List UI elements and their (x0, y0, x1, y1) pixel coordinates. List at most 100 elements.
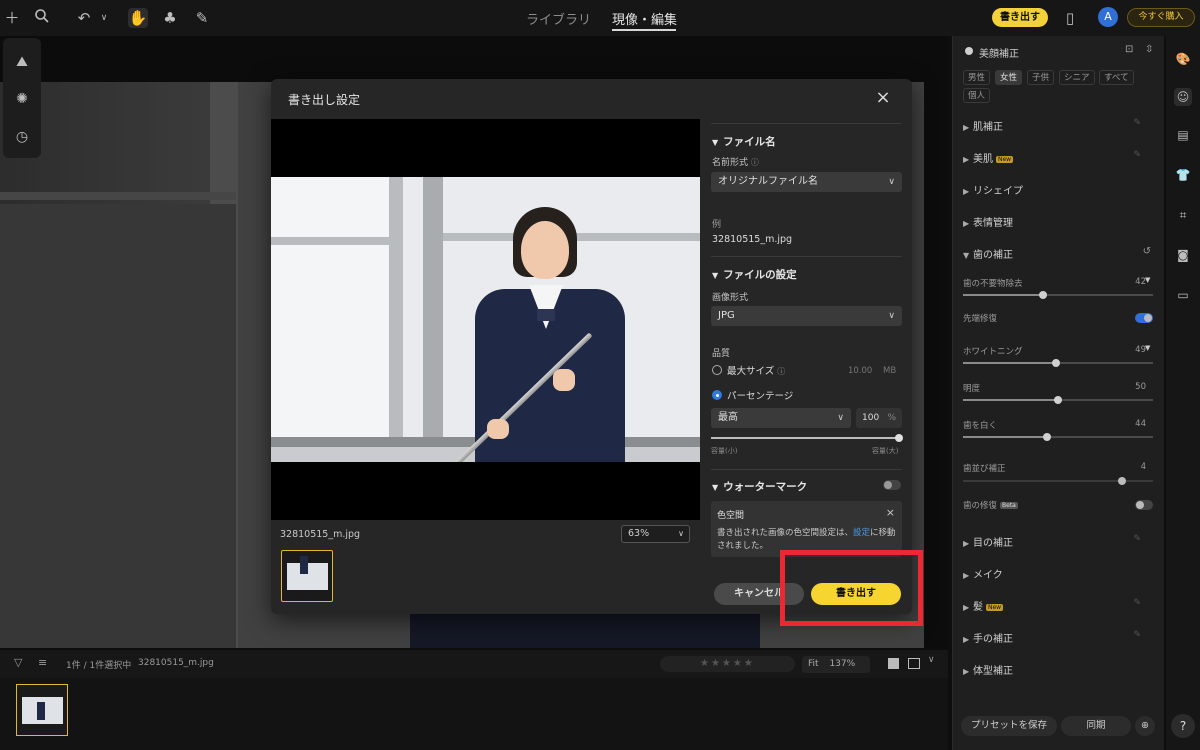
right-panel: 美顔補正 ⊡ ⇳ 男性 女性 子供 シニア すべて 個人 ▶ 肌補正 ✎ ▶ 美肌 Ne… (952, 36, 1164, 750)
slider-brightness[interactable] (963, 396, 1153, 404)
section-beauty-skin[interactable]: ▶ 美肌 New ✎ (963, 150, 1155, 170)
section-expression[interactable]: ▶ 表情管理 (963, 214, 1155, 234)
sun-icon[interactable]: ✺ (12, 89, 32, 109)
topbar-export-button[interactable]: 書き出す (992, 8, 1048, 27)
quality-percent-field[interactable]: 100% (856, 408, 902, 428)
quality-preset-select[interactable]: 最高 ∨ (711, 408, 851, 428)
sync-settings-icon[interactable]: ⊕ (1135, 716, 1155, 736)
collapse-chevron-icon[interactable]: ∨ (928, 655, 935, 665)
shirt-icon[interactable]: 👕 (1174, 166, 1192, 184)
mountain-sparkle-icon[interactable]: ⛰ (12, 52, 32, 72)
export-settings-panel: ▼ ファイル名 名前形式 ⓘ オリジナルファイル名 ∨ 例 32810515_m.j… (700, 119, 912, 614)
dialog-title: 書き出し設定 (288, 93, 361, 107)
help-button[interactable]: ? (1171, 714, 1195, 738)
watermark-toggle[interactable] (883, 480, 901, 490)
section-file-settings[interactable]: ▼ ファイルの設定 (712, 267, 797, 282)
rating-stars[interactable]: ★★★★★ (660, 656, 795, 672)
section-hands[interactable]: ▶ 手の補正 ✎ (963, 630, 1155, 650)
plus-icon[interactable]: ＋ (2, 8, 22, 28)
format-label: 画像形式 (712, 293, 749, 303)
notice-close-icon[interactable]: × (886, 506, 895, 519)
edit-icon: ✎ (1133, 118, 1141, 128)
section-file-name[interactable]: ▼ ファイル名 (712, 134, 776, 149)
preview-photo (271, 177, 700, 462)
quality-label: 品質 (712, 349, 731, 359)
section-skin[interactable]: ▶ 肌補正 ✎ (963, 118, 1155, 138)
bottom-filename: 32810515_m.jpg (138, 658, 214, 668)
format-select[interactable]: JPG ∨ (711, 306, 902, 326)
section-reshape[interactable]: ▶ リシェイプ (963, 182, 1155, 202)
repair-toggle[interactable] (1135, 500, 1153, 510)
camera-icon[interactable]: ◙ (1174, 246, 1192, 264)
search-icon[interactable] (32, 8, 52, 28)
slider-whitening[interactable] (963, 359, 1153, 367)
close-icon[interactable]: × (873, 88, 893, 108)
chip-senior[interactable]: シニア (1059, 70, 1095, 85)
info-icon: ⓘ (750, 158, 759, 167)
undo-icon[interactable]: ↶ (74, 8, 94, 28)
preview-thumbnail[interactable] (281, 550, 333, 602)
sync-button[interactable]: 同期 (1061, 716, 1131, 736)
edge-fix-toggle[interactable] (1135, 313, 1153, 323)
caret-down-icon[interactable]: ▼ (1145, 276, 1150, 284)
folder-icon[interactable]: ▭ (1174, 286, 1192, 304)
zoom-value[interactable]: 137% (829, 659, 855, 669)
caret-down-icon[interactable]: ▼ (1145, 344, 1150, 352)
edge-fix-label: 先端修復 (963, 314, 998, 324)
chip-female[interactable]: 女性 (995, 70, 1023, 85)
sort-icon[interactable]: ≡ (38, 656, 47, 669)
face-icon[interactable]: ☺ (1174, 88, 1192, 106)
chip-child[interactable]: 子供 (1027, 70, 1055, 85)
section-hair[interactable]: ▶ 髪 New ✎ (963, 598, 1155, 618)
tab-library[interactable]: ライブラリ (526, 9, 591, 28)
hand-icon[interactable]: ✋ (128, 8, 148, 28)
filter-icon[interactable]: ▽ (14, 656, 22, 669)
naming-format-select[interactable]: オリジナルファイル名 ∨ (711, 172, 902, 192)
slider-label-whiten-teeth: 歯を白く (963, 421, 998, 431)
slider-alignment[interactable] (963, 477, 1153, 485)
compare-icon[interactable]: ▯ (1060, 8, 1080, 28)
section-teeth[interactable]: ▼ 歯の補正 ↺ (963, 246, 1155, 266)
buy-now-button[interactable]: 今すぐ購入 (1127, 8, 1195, 27)
slider-whiten-teeth[interactable] (963, 433, 1153, 441)
save-preset-button[interactable]: プリセットを保存 (961, 716, 1057, 736)
preview-zoom-select[interactable]: 63% ∨ (621, 525, 690, 543)
slider-debris[interactable] (963, 291, 1153, 299)
panel-title: 美顔補正 (979, 49, 1019, 60)
section-eyes[interactable]: ▶ 目の補正 ✎ (963, 534, 1155, 554)
chevron-down-icon: ∨ (888, 311, 895, 321)
section-watermark[interactable]: ▼ ウォーターマーク (712, 479, 807, 494)
tab-develop[interactable]: 現像・編集 (612, 9, 677, 28)
avatar[interactable]: A (1098, 7, 1118, 27)
brush-icon[interactable]: ✎ (192, 8, 212, 28)
settings-link[interactable]: 設定 (853, 528, 870, 538)
export-settings-dialog: 書き出し設定 × 32810515_m.jpg 63%∨ ▼ファイル名 名前 (271, 79, 912, 614)
expand-icon[interactable]: ⇳ (1145, 44, 1153, 55)
crop-icon[interactable]: ⌗ (1174, 206, 1192, 224)
section-makeup[interactable]: ▶ メイク (963, 566, 1155, 586)
filmstrip-thumbnail[interactable] (16, 684, 68, 736)
chip-individual[interactable]: 個人 (963, 88, 991, 103)
left-toolbar: ⛰ ✺ ◷ (3, 38, 41, 158)
palette-icon[interactable]: 🎨 (1174, 50, 1192, 68)
slider-max-label: 容量(大) (872, 447, 899, 455)
naming-format-label: 名前形式 ⓘ (712, 158, 759, 168)
section-body[interactable]: ▶ 体型補正 (963, 662, 1155, 682)
max-size-radio[interactable] (712, 365, 722, 375)
single-view-icon[interactable] (888, 658, 899, 669)
zoom-control[interactable]: Fit 137% (802, 656, 870, 673)
percentage-radio[interactable] (712, 390, 722, 400)
quality-slider[interactable] (711, 434, 903, 442)
max-size-value[interactable]: 10.00 (848, 366, 872, 376)
reset-icon: ↺ (1142, 246, 1151, 257)
layers-icon[interactable]: ▤ (1174, 126, 1192, 144)
history-icon[interactable]: ◷ (12, 127, 32, 147)
active-tab-underline (612, 29, 676, 31)
face-detect-icon[interactable]: ⊡ (1125, 44, 1133, 55)
tree-icon[interactable]: ♣ (160, 8, 180, 28)
chevron-down-icon[interactable]: ∨ (94, 8, 114, 28)
chip-male[interactable]: 男性 (963, 70, 991, 85)
chip-all[interactable]: すべて (1099, 70, 1134, 85)
split-view-icon[interactable] (908, 658, 920, 669)
fit-label[interactable]: Fit (808, 659, 819, 669)
